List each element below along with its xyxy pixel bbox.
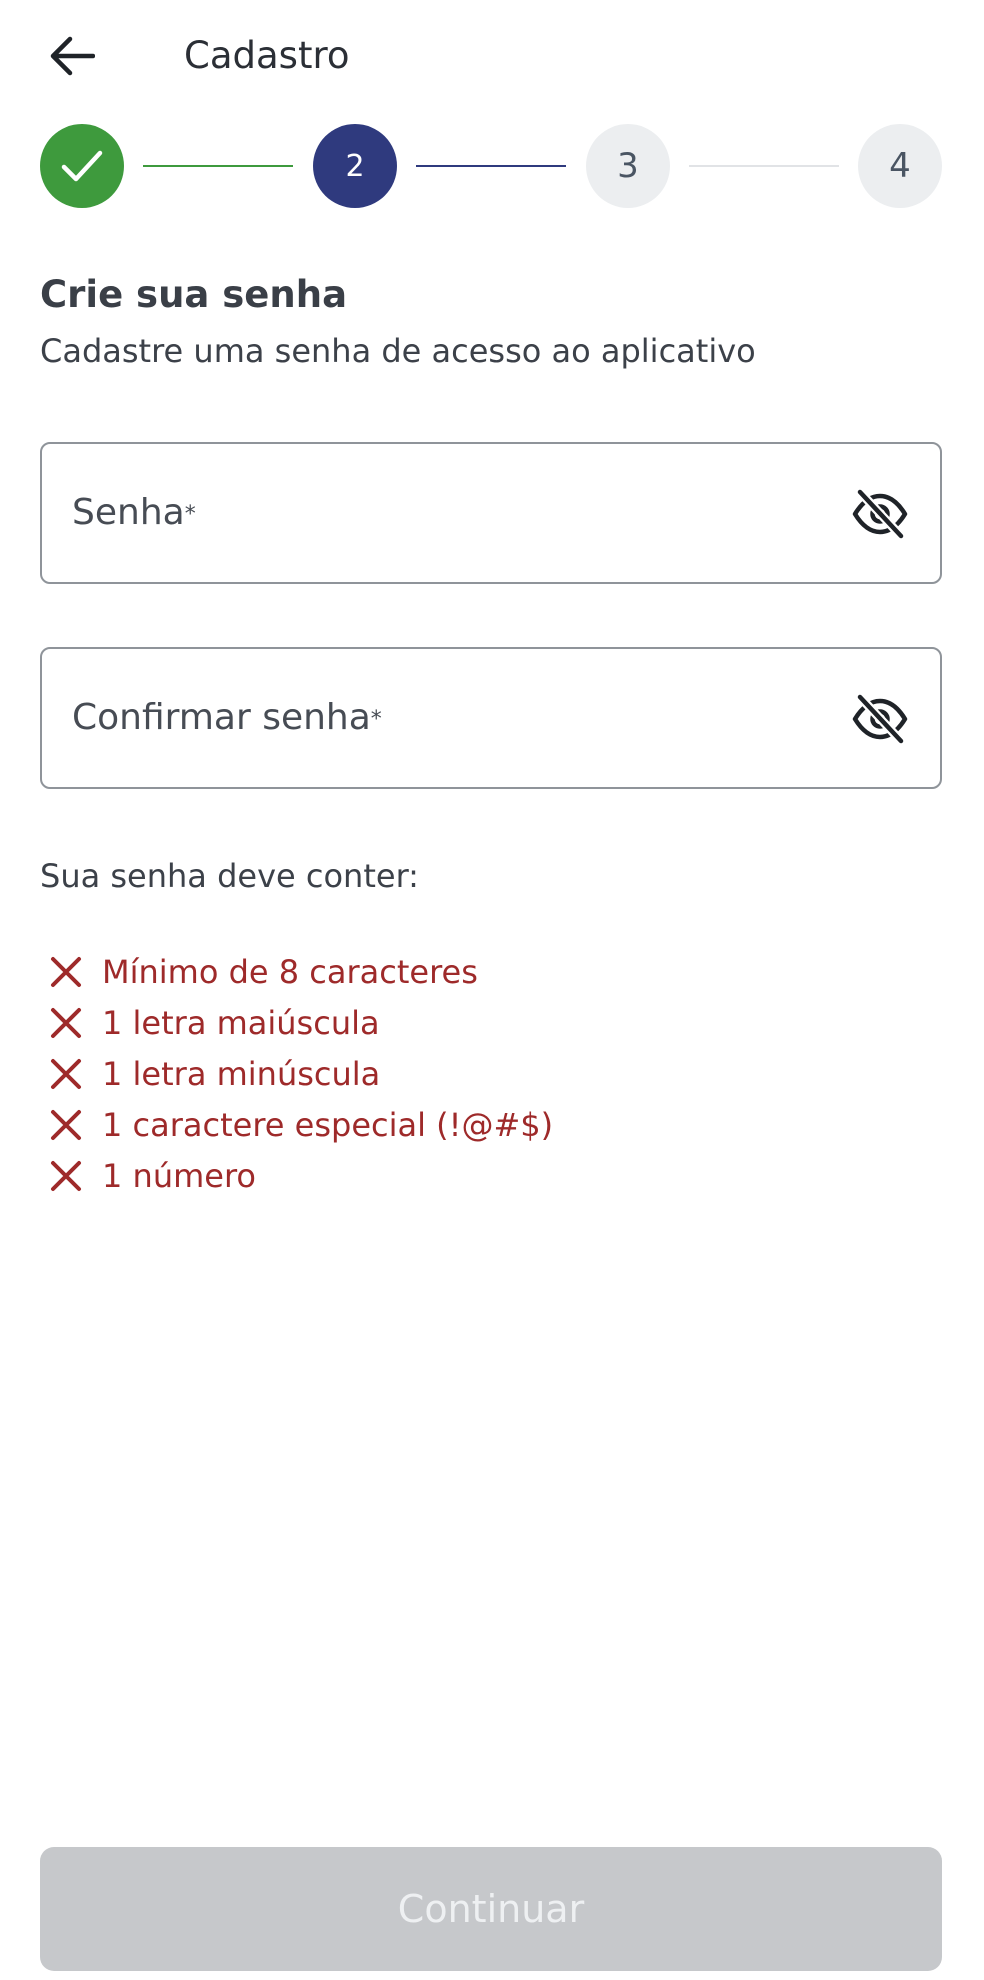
- close-icon: [51, 1058, 81, 1089]
- step-1-completed: [40, 124, 124, 208]
- requirement-text: 1 número: [102, 1156, 256, 1195]
- requirement-item: Mínimo de 8 caracteres: [48, 946, 553, 997]
- step-connector: [689, 165, 839, 167]
- page-title: Cadastro: [184, 34, 350, 77]
- requirement-text: 1 letra maiúscula: [102, 1003, 380, 1042]
- requirements-list: Mínimo de 8 caracteres 1 letra maiúscula…: [48, 946, 553, 1201]
- requirement-item: 1 letra minúscula: [48, 1048, 553, 1099]
- confirm-password-field[interactable]: Confirmar senha*: [40, 647, 942, 789]
- close-icon: [51, 1007, 81, 1038]
- step-3-upcoming: 3: [586, 124, 670, 208]
- signup-password-screen: Cadastro 2 3 4 Crie sua senha Cadastre u…: [0, 0, 984, 1980]
- close-icon: [51, 1160, 81, 1191]
- requirement-text: 1 caractere especial (!@#$): [102, 1105, 554, 1144]
- requirement-item: 1 número: [48, 1150, 553, 1201]
- step-connector: [416, 165, 566, 167]
- password-input[interactable]: [70, 444, 850, 582]
- arrow-left-icon: [50, 36, 95, 76]
- requirement-text: Mínimo de 8 caracteres: [102, 952, 478, 991]
- requirement-text: 1 letra minúscula: [102, 1054, 381, 1093]
- close-icon: [51, 956, 81, 987]
- requirement-item: 1 letra maiúscula: [48, 997, 553, 1048]
- step-2-current: 2: [313, 124, 397, 208]
- requirement-item: 1 caractere especial (!@#$): [48, 1099, 553, 1150]
- step-4-upcoming: 4: [858, 124, 942, 208]
- back-button[interactable]: [40, 26, 104, 86]
- check-icon: [61, 150, 103, 182]
- section-title: Crie sua senha: [40, 273, 348, 316]
- progress-stepper: 2 3 4: [0, 124, 984, 208]
- eye-off-icon: [852, 694, 908, 744]
- step-connector: [143, 165, 293, 167]
- requirements-heading: Sua senha deve conter:: [40, 857, 419, 895]
- toggle-confirm-visibility-button[interactable]: [848, 687, 912, 751]
- eye-off-icon: [852, 489, 908, 539]
- continue-button[interactable]: Continuar: [40, 1847, 942, 1971]
- toggle-password-visibility-button[interactable]: [848, 482, 912, 546]
- close-icon: [51, 1109, 81, 1140]
- confirm-password-input[interactable]: [70, 649, 850, 787]
- section-subtitle: Cadastre uma senha de acesso ao aplicati…: [40, 332, 756, 370]
- app-header: Cadastro: [0, 0, 984, 112]
- password-field[interactable]: Senha*: [40, 442, 942, 584]
